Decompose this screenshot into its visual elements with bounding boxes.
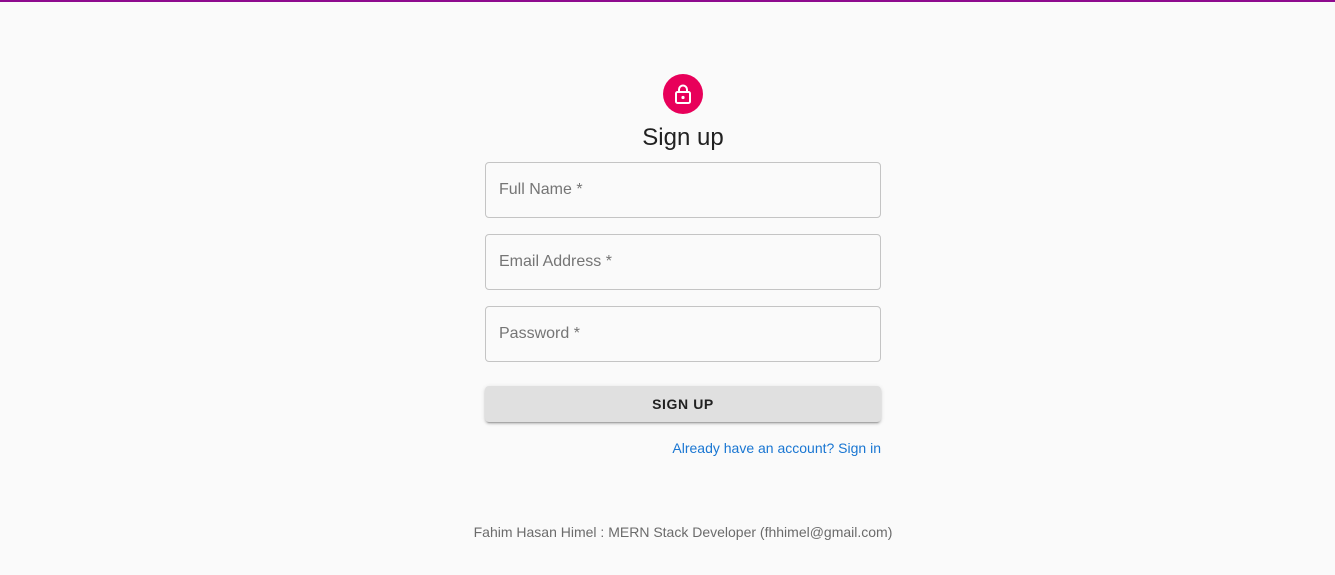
full-name-field[interactable]: Full Name * [485, 162, 881, 218]
email-input[interactable] [486, 235, 880, 289]
top-accent-bar [0, 0, 1335, 2]
footer-credit: Fahim Hasan Himel : MERN Stack Developer… [473, 524, 893, 540]
page-title: Sign up [642, 124, 724, 151]
password-field[interactable]: Password * [485, 306, 881, 362]
sign-in-link[interactable]: Already have an account? Sign in [672, 438, 881, 458]
full-name-input[interactable] [486, 163, 880, 217]
lock-avatar [663, 74, 703, 114]
lock-icon [675, 84, 691, 104]
sign-up-button[interactable]: SIGN UP [485, 386, 881, 422]
password-input[interactable] [486, 307, 880, 361]
email-field[interactable]: Email Address * [485, 234, 881, 290]
